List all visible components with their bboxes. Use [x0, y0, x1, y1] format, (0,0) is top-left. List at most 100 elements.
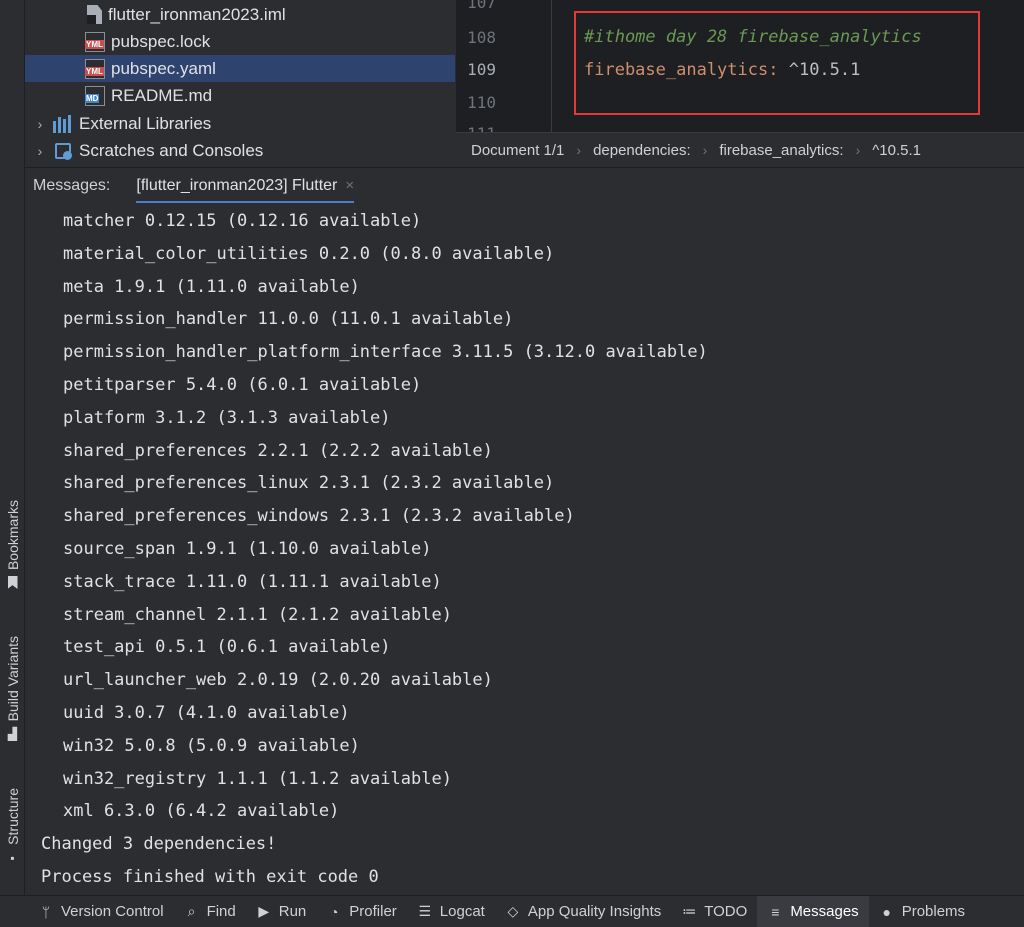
tree-item-pubspec-lock[interactable]: YML pubspec.lock — [25, 28, 455, 55]
code-editor[interactable]: 107 108 109 110 111 #ithome day 28 fireb… — [456, 0, 1024, 132]
file-icon — [87, 5, 102, 24]
console-line: uuid 3.0.7 (4.1.0 available) — [63, 703, 350, 723]
console-line: test_api 0.5.1 (0.6.1 available) — [63, 637, 391, 658]
console-line: permission_handler_platform_interface 3.… — [63, 342, 708, 363]
profiler-icon: ◔ — [330, 903, 339, 920]
console-line: url_launcher_web 2.0.19 (2.0.20 availabl… — [63, 670, 493, 691]
breadcrumb-separator-icon: › — [702, 142, 708, 158]
console-line: shared_preferences_linux 2.3.1 (2.3.2 av… — [63, 473, 555, 494]
structure-tool[interactable]: ▪ Structure — [0, 788, 25, 865]
build-variants-tool[interactable]: ▟ Build Variants — [0, 636, 25, 741]
line-number: 109 — [467, 60, 496, 79]
console-line: matcher 0.12.15 (0.12.16 available) — [63, 211, 422, 231]
build-variants-label: Build Variants — [4, 636, 21, 722]
run-button[interactable]: ▶ Run — [246, 896, 317, 927]
left-tool-strip: Bookmarks ▟ Build Variants ▪ Structure — [0, 0, 25, 895]
bookmark-icon — [7, 576, 18, 590]
console-line: win32 5.0.8 (5.0.9 available) — [63, 735, 360, 756]
version-control-button[interactable]: ᛘ Version Control — [0, 896, 174, 927]
messages-title: Messages: — [33, 176, 111, 194]
highlight-annotation-box — [574, 11, 980, 115]
console-line: permission_handler 11.0.0 (11.0.1 availa… — [63, 309, 514, 330]
version-control-icon: ᛘ — [41, 903, 51, 920]
breadcrumb-dependencies[interactable]: dependencies: — [593, 142, 691, 159]
yml-file-icon: YML — [85, 31, 105, 52]
line-gutter: 107 108 109 110 111 — [456, 0, 552, 132]
run-icon: ▶ — [258, 903, 270, 919]
tab-flutter-messages[interactable]: [flutter_ironman2023] Flutter × — [136, 168, 355, 204]
profiler-button[interactable]: ◔ Profiler — [316, 896, 407, 927]
breadcrumb: Document 1/1 › dependencies: › firebase_… — [456, 132, 1024, 167]
find-button[interactable]: ⌕ Find — [174, 896, 246, 927]
tree-item-external-libraries[interactable]: › External Libraries — [25, 110, 455, 137]
messages-label: Messages — [790, 903, 859, 920]
breadcrumb-separator-icon: › — [855, 142, 861, 158]
tree-item-label: Scratches and Consoles — [79, 140, 264, 160]
find-label: Find — [206, 903, 236, 920]
structure-icon: ▪ — [10, 850, 15, 865]
close-icon[interactable]: × — [345, 177, 354, 194]
line-number: 107 — [467, 0, 496, 12]
version-control-label: Version Control — [61, 903, 164, 920]
library-icon — [53, 114, 73, 133]
todo-label: TODO — [704, 903, 748, 920]
tree-item-pubspec-yaml[interactable]: YML pubspec.yaml — [25, 55, 455, 82]
tree-item-label: pubspec.yaml — [111, 58, 216, 78]
tree-item-scratches[interactable]: › Scratches and Consoles — [25, 137, 455, 164]
todo-button[interactable]: ≔ TODO — [671, 896, 757, 927]
line-number: 108 — [467, 28, 496, 47]
console-line: xml 6.3.0 (6.4.2 available) — [63, 801, 340, 822]
tree-item-label: flutter_ironman2023.iml — [108, 4, 286, 24]
problems-button[interactable]: ● Problems — [869, 896, 975, 927]
logcat-label: Logcat — [439, 903, 485, 920]
breadcrumb-firebase-analytics[interactable]: firebase_analytics: — [719, 142, 843, 159]
tree-item-label: pubspec.lock — [111, 31, 211, 51]
tree-item-iml[interactable]: flutter_ironman2023.iml — [25, 1, 455, 28]
app-quality-insights-button[interactable]: ◇ App Quality Insights — [495, 896, 671, 927]
console-line: material_color_utilities 0.2.0 (0.8.0 av… — [63, 243, 555, 264]
structure-label: Structure — [4, 788, 21, 845]
chevron-right-icon[interactable]: › — [33, 116, 47, 132]
messages-console[interactable]: matcher 0.12.15 (0.12.16 available) mater… — [25, 203, 1024, 895]
tree-item-readme[interactable]: MD README.md — [25, 82, 455, 109]
console-line: shared_preferences 2.2.1 (2.2.2 availabl… — [63, 440, 493, 461]
logcat-icon: ☰ — [418, 903, 432, 919]
console-line: platform 3.1.2 (3.1.3 available) — [63, 407, 391, 428]
run-label: Run — [278, 903, 307, 920]
md-file-icon: MD — [85, 85, 105, 106]
console-line: source_span 1.9.1 (1.10.0 available) — [63, 539, 432, 559]
logcat-button[interactable]: ☰ Logcat — [407, 896, 495, 927]
app-quality-label: App Quality Insights — [527, 903, 662, 920]
tree-item-label: External Libraries — [79, 113, 212, 133]
console-line: petitparser 5.4.0 (6.0.1 available) — [63, 375, 422, 395]
console-exit-status: Process finished with exit code 0 — [41, 867, 379, 887]
console-line: win32_registry 1.1.1 (1.1.2 available) — [63, 768, 452, 789]
tree-item-label: README.md — [111, 85, 213, 105]
messages-tool-header: Messages: [flutter_ironman2023] Flutter … — [25, 167, 1024, 204]
console-line: stack_trace 1.11.0 (1.11.1 available) — [63, 571, 442, 592]
bottom-tool-bar: ᛘ Version Control ⌕ Find ▶ Run ◔ Profile… — [0, 895, 1024, 927]
yml-file-icon: YML — [85, 58, 105, 79]
app-quality-icon: ◇ — [507, 903, 519, 919]
profiler-label: Profiler — [349, 903, 397, 920]
problems-icon: ● — [882, 903, 891, 920]
line-number: 110 — [467, 93, 496, 112]
search-icon: ⌕ — [187, 903, 196, 919]
bookmarks-tool[interactable]: Bookmarks — [0, 500, 25, 590]
project-tree: flutter_ironman2023.iml YML pubspec.lock… — [25, 0, 455, 165]
console-line: shared_preferences_windows 2.3.1 (2.3.2 … — [63, 506, 575, 527]
todo-icon: ≔ — [682, 903, 697, 919]
console-line: meta 1.9.1 (1.11.0 available) — [63, 276, 360, 297]
bookmarks-label: Bookmarks — [4, 500, 21, 571]
messages-icon: ≡ — [771, 903, 780, 920]
problems-label: Problems — [901, 903, 966, 920]
breadcrumb-version[interactable]: ^10.5.1 — [872, 142, 921, 159]
tab-label: [flutter_ironman2023] Flutter — [136, 176, 338, 194]
messages-button[interactable]: ≡ Messages — [757, 895, 869, 927]
chevron-right-icon[interactable]: › — [33, 143, 47, 159]
breadcrumb-document[interactable]: Document 1/1 — [471, 142, 564, 159]
scratches-icon — [53, 141, 73, 161]
breadcrumb-separator-icon: › — [576, 142, 582, 158]
console-line: stream_channel 2.1.1 (2.1.2 available) — [63, 604, 452, 625]
line-number: 111 — [456, 124, 496, 132]
